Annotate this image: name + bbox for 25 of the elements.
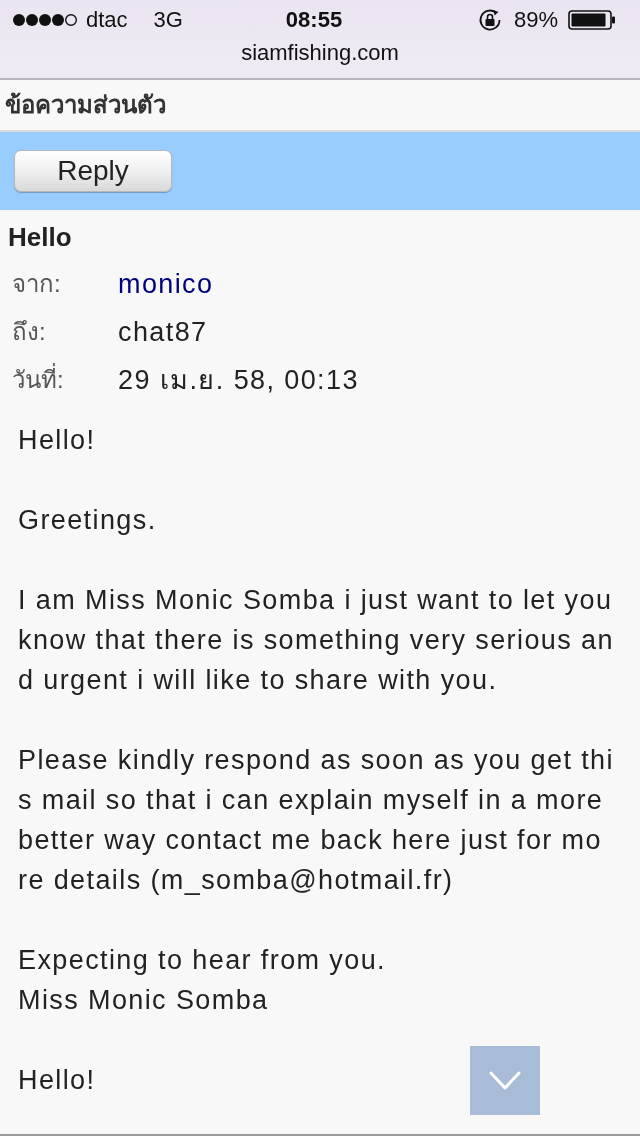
chevron-down-icon [489,1070,521,1091]
message-subject: Hello [8,221,72,254]
status-time: 08:55 [285,7,343,33]
sender-link[interactable]: monico [118,260,214,308]
field-label: จาก: [12,269,61,299]
reply-button[interactable]: Reply [14,150,172,192]
field-label: วันที่: [12,356,64,404]
message-paragraph: Hello! [18,1064,96,1097]
carrier-name: dtac [86,7,128,33]
message-paragraph: I am Miss Monic Somba i just want to let you know that there is something very serious an d urgent i will like to share with you. [18,584,614,697]
battery-percentage: 89% [513,7,558,33]
battery-icon [568,10,616,30]
field-value: 29 เม.ย. 58, 00:13 [118,364,359,397]
network-type: 3G [153,7,183,33]
field-label: ถึง: [12,317,46,347]
signal-strength-icon [12,13,78,27]
message-paragraph: Hello! [18,424,96,457]
field-value: chat87 [118,316,208,349]
message-paragraph: Expecting to hear from you. Miss Monic Somba [18,944,386,1017]
message-paragraph: Please kindly respond as soon as you get thi s mail so that i can explain myself in a more better way contact me back here just for mo re details (m_somba@hotmail.fr) [18,744,614,897]
rotation-lock-icon [477,8,502,32]
scroll-down-button[interactable] [470,1046,540,1115]
page-title: ข้อความส่วนตัว [4,90,166,120]
address-bar-url[interactable]: siamfishing.com [241,40,399,78]
message-paragraph: Greetings. [18,504,157,537]
